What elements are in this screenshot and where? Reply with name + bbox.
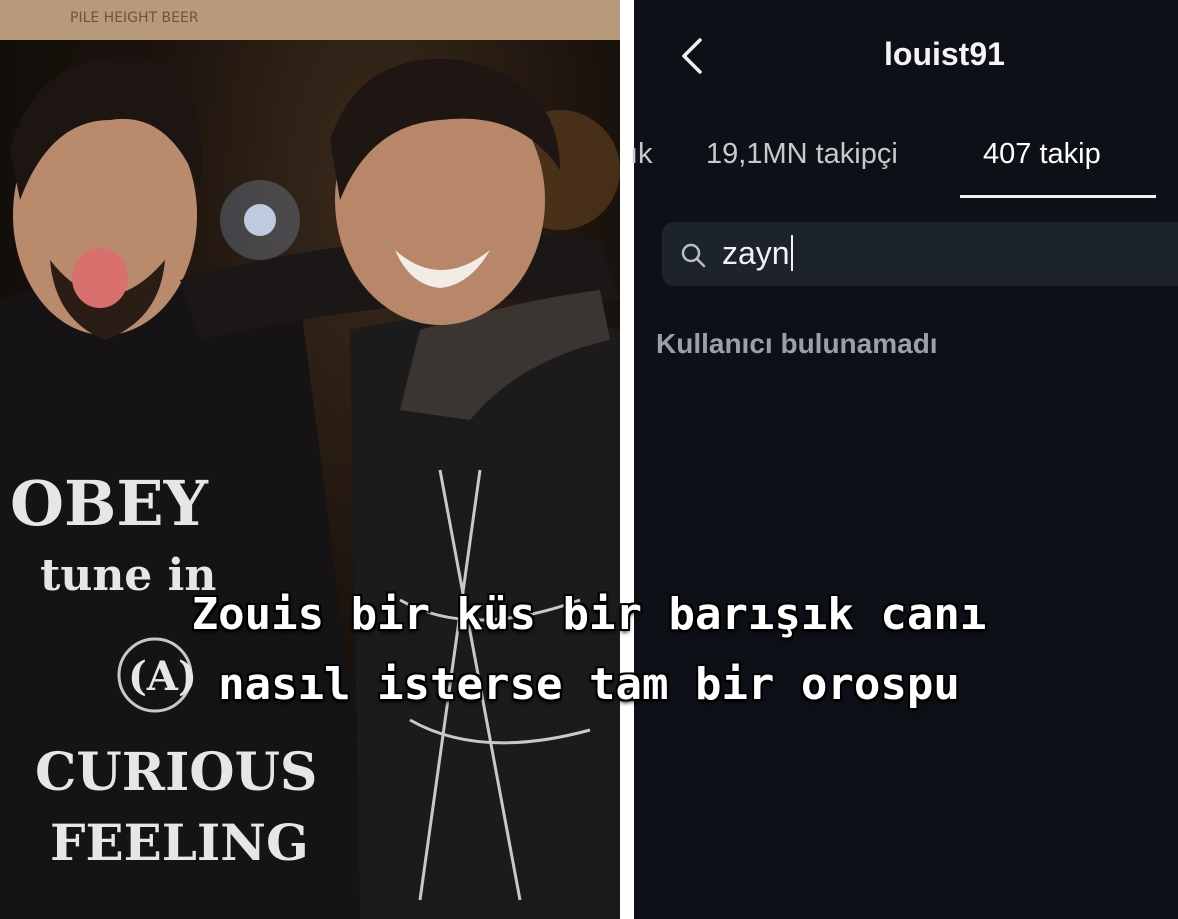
chevron-left-icon xyxy=(682,38,702,74)
shirt-text-feeling: FEELING xyxy=(50,813,309,872)
meme-caption: Zouis bir küs bir barışık canı nasıl ist… xyxy=(0,580,1178,720)
profile-tabs: ık 19,1MN takipçi 407 takip xyxy=(630,138,1178,198)
shirt-text-curious: CURIOUS xyxy=(35,742,317,803)
text-caret xyxy=(790,235,793,271)
profile-username: louist91 xyxy=(884,36,1005,72)
caption-line-1: Zouis bir küs bir barışık canı xyxy=(191,589,987,640)
search-icon xyxy=(681,243,706,268)
instagram-following-screen: louist91 ık 19,1MN takipçi 407 takip zay… xyxy=(630,0,1178,919)
back-button[interactable] xyxy=(674,36,714,76)
tab-followers[interactable]: 19,1MN takipçi xyxy=(706,138,898,171)
search-value: zayn xyxy=(722,235,790,271)
search-input[interactable]: zayn xyxy=(662,222,1178,286)
tab-partial[interactable]: ık xyxy=(630,138,653,171)
caption-line-2: nasıl isterse tam bir orospu xyxy=(218,659,960,710)
shirt-text-obey: OBEY xyxy=(10,467,209,540)
active-tab-indicator xyxy=(960,195,1156,198)
sign-text: PILE HEIGHT BEER xyxy=(70,10,199,26)
photo-illustration: PILE HEIGHT BEER OBEY tune in (A) CURIOU… xyxy=(0,0,620,919)
tab-following[interactable]: 407 takip xyxy=(983,138,1101,171)
empty-state-message: Kullanıcı bulunamadı xyxy=(656,328,938,359)
photo-panel: PILE HEIGHT BEER OBEY tune in (A) CURIOU… xyxy=(0,0,620,919)
